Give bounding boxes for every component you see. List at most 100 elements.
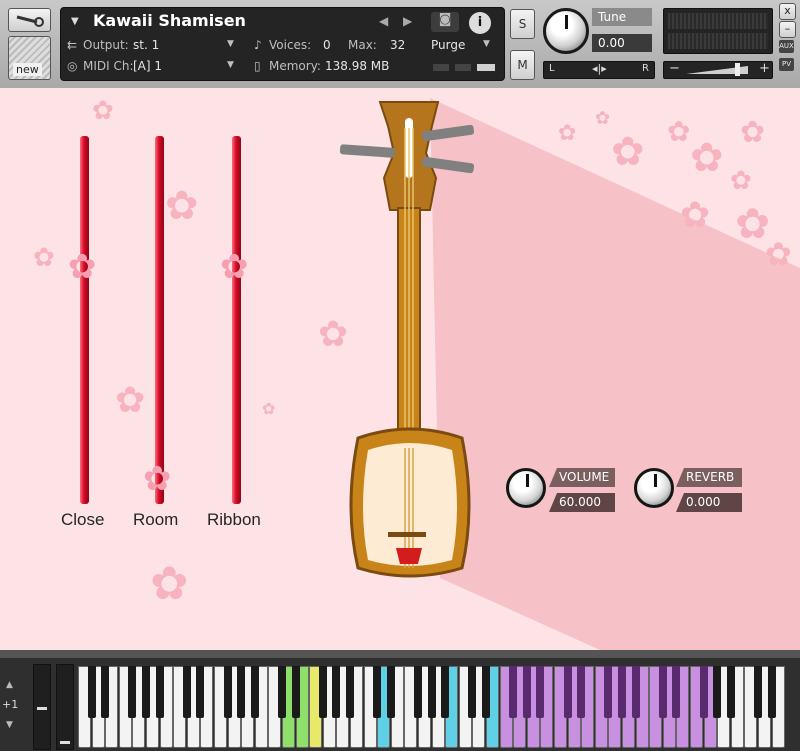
black-key[interactable]: [318, 666, 327, 718]
voices-label: Voices:: [269, 38, 312, 52]
wrench-button[interactable]: [8, 8, 51, 32]
prev-arrow-icon[interactable]: ◀: [379, 14, 388, 28]
room-slider[interactable]: ✿: [135, 134, 185, 506]
black-key[interactable]: [128, 666, 137, 718]
output-icon: ⇇: [67, 38, 78, 52]
ribbon-slider-track[interactable]: [232, 136, 241, 504]
octave-value: +1: [2, 698, 19, 711]
pitch-bend-wheel[interactable]: [33, 664, 51, 750]
black-key[interactable]: [563, 666, 572, 718]
pan-center-icon: ◂|▸: [592, 62, 607, 75]
midi-label: MIDI Ch:: [83, 59, 134, 73]
black-key[interactable]: [291, 666, 300, 718]
midi-icon: ◎: [67, 59, 78, 73]
mod-wheel[interactable]: [56, 664, 74, 750]
voices-value: 0: [323, 38, 331, 52]
black-key[interactable]: [142, 666, 150, 718]
black-key[interactable]: [278, 666, 286, 718]
pan-slider[interactable]: L ◂|▸ R: [543, 61, 655, 79]
black-key[interactable]: [373, 666, 382, 718]
black-key[interactable]: [182, 666, 191, 718]
tune-value[interactable]: 0.00: [592, 34, 652, 52]
midi-channel-select[interactable]: [A] 1: [133, 59, 162, 73]
reverb-knob[interactable]: [634, 468, 674, 508]
aux-button[interactable]: AUX: [779, 40, 794, 53]
black-key[interactable]: [386, 666, 395, 718]
close-slider-track[interactable]: [80, 136, 89, 504]
black-key[interactable]: [346, 666, 354, 718]
black-key[interactable]: [441, 666, 450, 718]
black-key[interactable]: [604, 666, 613, 718]
black-key[interactable]: [196, 666, 205, 718]
tune-knob-pointer: [565, 15, 568, 29]
next-arrow-icon[interactable]: ▶: [403, 14, 412, 28]
purge-dropdown-icon[interactable]: ▼: [483, 39, 490, 49]
instrument-name[interactable]: Kawaii Shamisen: [93, 11, 246, 30]
reverb-label: REVERB: [676, 468, 742, 487]
cherry-blossom-icon: ✿: [765, 235, 792, 273]
new-button[interactable]: new: [8, 36, 51, 80]
camera-icon[interactable]: ◙: [431, 12, 459, 32]
black-key[interactable]: [618, 666, 626, 718]
black-key[interactable]: [522, 666, 531, 718]
black-key[interactable]: [87, 666, 96, 718]
black-key[interactable]: [250, 666, 259, 718]
volume-slider-handle[interactable]: [735, 63, 740, 76]
black-key[interactable]: [101, 666, 110, 718]
black-key[interactable]: [468, 666, 477, 718]
black-key[interactable]: [237, 666, 246, 718]
piano-keyboard[interactable]: [78, 650, 800, 751]
mute-button[interactable]: M: [510, 50, 535, 80]
cherry-blossom-icon: ✿: [611, 129, 645, 175]
solo-button[interactable]: S: [510, 9, 535, 39]
max-label: Max:: [348, 38, 377, 52]
black-key[interactable]: [726, 666, 735, 718]
purge-button[interactable]: Purge: [431, 38, 465, 52]
info-icon[interactable]: i: [469, 12, 491, 34]
black-key[interactable]: [414, 666, 422, 718]
volume-slider[interactable]: − +: [663, 61, 773, 79]
close-slider-handle-icon[interactable]: ✿: [68, 250, 97, 284]
black-key[interactable]: [631, 666, 640, 718]
black-key[interactable]: [767, 666, 776, 718]
reverb-value[interactable]: 0.000: [676, 493, 742, 512]
black-key[interactable]: [155, 666, 164, 718]
output-dropdown-icon[interactable]: ▼: [227, 39, 234, 49]
close-slider[interactable]: ✿: [60, 134, 110, 506]
minimize-button[interactable]: –: [779, 21, 796, 38]
midi-dropdown-icon[interactable]: ▼: [227, 60, 234, 70]
ribbon-slider[interactable]: ✿: [212, 134, 262, 506]
cherry-blossom-icon: ✿: [690, 135, 724, 181]
ribbon-slider-handle-icon[interactable]: ✿: [220, 250, 249, 284]
volume-value[interactable]: 60.000: [549, 493, 615, 512]
octave-up-icon[interactable]: ▲: [6, 680, 13, 690]
volume-knob[interactable]: [506, 468, 546, 508]
room-slider-track[interactable]: [155, 136, 164, 504]
black-key[interactable]: [699, 666, 708, 718]
max-voices-value[interactable]: 32: [390, 38, 405, 52]
black-key[interactable]: [509, 666, 518, 718]
pv-button[interactable]: PV: [779, 58, 794, 71]
output-select[interactable]: st. 1: [133, 38, 159, 52]
octave-down-icon[interactable]: ▼: [6, 720, 13, 730]
instrument-menu-arrow-icon[interactable]: ▼: [71, 16, 79, 27]
shamisen-image: [339, 101, 475, 578]
meter-left-channel: [668, 13, 768, 29]
tune-knob[interactable]: [543, 8, 589, 54]
instrument-panel: ▼ Kawaii Shamisen ◀ ▶ ◙ i ⇇ Output: st. …: [60, 7, 505, 81]
black-key[interactable]: [713, 666, 722, 718]
room-slider-label: Room: [133, 510, 179, 529]
black-key[interactable]: [754, 666, 762, 718]
wrench-icon: [16, 15, 44, 27]
black-key[interactable]: [482, 666, 490, 718]
black-key[interactable]: [223, 666, 232, 718]
black-key[interactable]: [672, 666, 681, 718]
black-key[interactable]: [536, 666, 545, 718]
memory-label: Memory:: [269, 59, 321, 73]
room-slider-handle-icon[interactable]: ✿: [143, 462, 172, 496]
black-key[interactable]: [658, 666, 667, 718]
black-key[interactable]: [332, 666, 341, 718]
black-key[interactable]: [427, 666, 436, 718]
close-button[interactable]: x: [779, 3, 796, 20]
black-key[interactable]: [577, 666, 586, 718]
